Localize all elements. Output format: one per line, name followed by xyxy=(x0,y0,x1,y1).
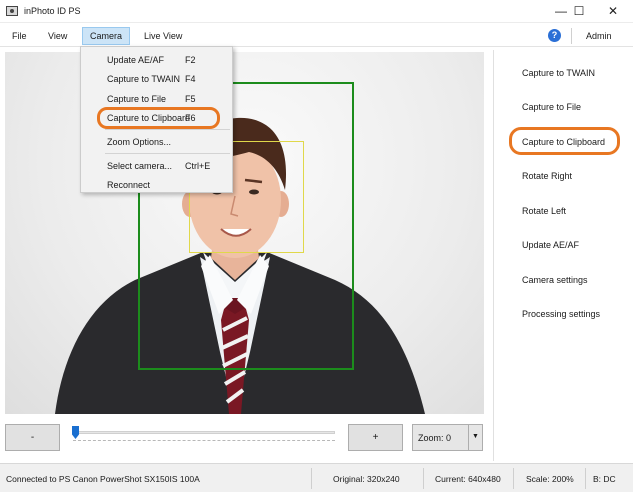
zoom-slider-thumb[interactable] xyxy=(72,426,79,439)
user-menu[interactable]: Admin xyxy=(586,31,612,41)
menu-live-view[interactable]: Live View xyxy=(137,27,189,45)
status-connection: Connected to PS Canon PowerShot SX150IS … xyxy=(6,474,200,484)
menu-file[interactable]: File xyxy=(5,27,34,45)
menu-item-label: Select camera... xyxy=(107,161,173,171)
status-scale: Scale: 200% xyxy=(526,474,574,484)
highlight-callout xyxy=(509,127,620,155)
chevron-down-icon[interactable]: ▼ xyxy=(468,425,482,450)
camera-menu-item[interactable]: Select camera... Ctrl+E xyxy=(81,157,232,175)
menu-item-label: Update AE/AF xyxy=(107,55,165,65)
update-ae-af-button[interactable]: Update AE/AF xyxy=(522,240,579,250)
maximize-button[interactable]: ☐ xyxy=(561,0,597,23)
menu-item-label: Capture to File xyxy=(107,94,167,104)
menu-item-shortcut: F4 xyxy=(185,74,196,84)
capture-to-twain-button[interactable]: Capture to TWAIN xyxy=(522,68,595,78)
zoom-in-button[interactable]: + xyxy=(348,424,403,451)
camera-preview[interactable] xyxy=(5,52,484,414)
close-button[interactable]: ✕ xyxy=(595,0,631,23)
camera-menu-item[interactable]: Capture to File F5 xyxy=(81,90,232,108)
status-b: B: DC xyxy=(593,474,616,484)
status-original: Original: 320x240 xyxy=(333,474,400,484)
status-current: Current: 640x480 xyxy=(435,474,501,484)
rotate-left-button[interactable]: Rotate Left xyxy=(522,206,566,216)
camera-settings-button[interactable]: Camera settings xyxy=(522,275,588,285)
menu-separator xyxy=(105,129,230,130)
rotate-right-button[interactable]: Rotate Right xyxy=(522,171,572,181)
menu-item-label: Reconnect xyxy=(107,180,151,190)
menu-camera[interactable]: Camera xyxy=(82,27,131,45)
menu-item-label: Capture to TWAIN xyxy=(107,74,181,84)
menu-item-shortcut: F5 xyxy=(185,94,196,104)
window-title: inPhoto ID PS xyxy=(24,6,81,16)
menu-item-label: Zoom Options... xyxy=(107,137,172,147)
status-bar: Connected to PS Canon PowerShot SX150IS … xyxy=(0,463,633,492)
capture-to-file-button[interactable]: Capture to File xyxy=(522,102,581,112)
zoom-select-value: Zoom: 0 xyxy=(418,433,452,443)
zoom-out-button[interactable]: - xyxy=(5,424,60,451)
camera-menu-item[interactable]: Update AE/AF F2 xyxy=(81,51,232,69)
camera-menu-item[interactable]: Zoom Options... xyxy=(81,133,232,151)
status-divider xyxy=(513,468,514,489)
menu-divider xyxy=(571,28,572,44)
zoom-slider-ticks xyxy=(73,440,335,444)
app-camera-icon xyxy=(6,6,18,16)
title-bar: inPhoto ID PS — ☐ ✕ xyxy=(0,0,633,23)
processing-settings-button[interactable]: Processing settings xyxy=(522,309,600,319)
menu-item-shortcut: Ctrl+E xyxy=(185,161,211,171)
camera-menu-item[interactable]: Reconnect xyxy=(81,176,232,194)
zoom-select[interactable]: Zoom: 0 ▼ xyxy=(412,424,483,451)
menu-bar: File View Camera Live View ? Admin xyxy=(0,24,633,47)
menu-view[interactable]: View xyxy=(41,27,74,45)
menu-separator xyxy=(105,153,230,154)
camera-menu-item[interactable]: Capture to TWAIN F4 xyxy=(81,70,232,88)
panel-divider xyxy=(493,50,494,461)
status-divider xyxy=(585,468,586,489)
status-divider xyxy=(423,468,424,489)
highlight-callout xyxy=(97,107,220,129)
zoom-slider-track[interactable] xyxy=(73,431,335,434)
status-divider xyxy=(311,468,312,489)
menu-item-shortcut: F2 xyxy=(185,55,196,65)
help-icon[interactable]: ? xyxy=(548,29,561,42)
